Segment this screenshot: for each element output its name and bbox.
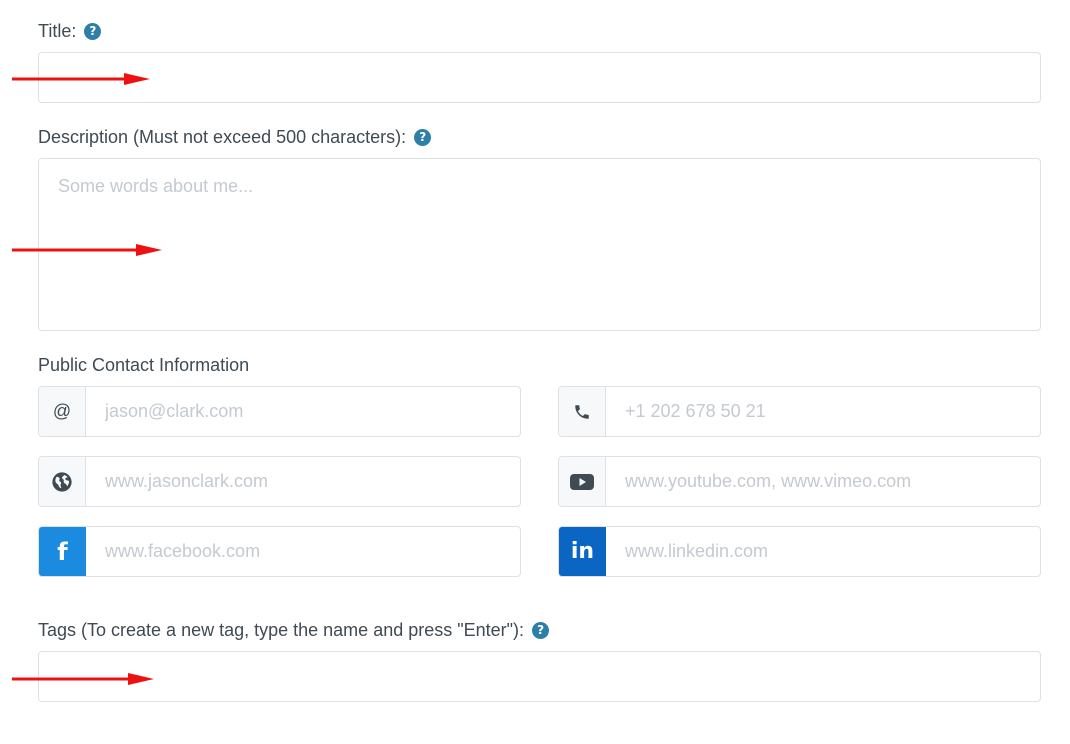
phone-input-group [558, 386, 1041, 437]
description-textarea[interactable] [38, 158, 1041, 331]
tags-input[interactable] [38, 651, 1041, 702]
website-input-group [38, 456, 521, 507]
tags-label: Tags (To create a new tag, type the name… [38, 618, 550, 642]
linkedin-input[interactable] [606, 527, 1040, 576]
annotation-arrow-icon [12, 73, 150, 85]
title-input[interactable] [38, 52, 1041, 103]
help-icon[interactable]: ? [84, 22, 102, 40]
facebook-input-group: f [38, 526, 521, 577]
phone-icon [559, 387, 606, 436]
annotation-arrow-icon [12, 673, 154, 685]
linkedin-icon: in [559, 527, 606, 576]
contact-heading: Public Contact Information [38, 354, 250, 375]
description-label: Description (Must not exceed 500 charact… [38, 125, 432, 149]
email-input[interactable] [86, 387, 520, 436]
email-input-group: @ [38, 386, 521, 437]
tags-label-text: Tags (To create a new tag, type the name… [38, 619, 525, 640]
help-icon[interactable]: ? [532, 621, 550, 639]
title-label: Title: ? [38, 19, 102, 43]
phone-input[interactable] [606, 387, 1040, 436]
facebook-icon-glyph: f [57, 537, 68, 566]
linkedin-input-group: in [558, 526, 1041, 577]
website-input[interactable] [86, 457, 520, 506]
video-input-group [558, 456, 1041, 507]
video-input[interactable] [606, 457, 1040, 506]
globe-icon [39, 457, 86, 506]
youtube-icon [559, 457, 606, 506]
at-icon: @ [39, 387, 86, 436]
annotation-arrow-icon [12, 244, 162, 256]
help-icon[interactable]: ? [414, 128, 432, 146]
title-label-text: Title: [38, 20, 77, 41]
linkedin-icon-glyph: in [570, 539, 595, 564]
description-label-text: Description (Must not exceed 500 charact… [38, 126, 407, 147]
facebook-icon: f [39, 527, 86, 576]
facebook-input[interactable] [86, 527, 520, 576]
